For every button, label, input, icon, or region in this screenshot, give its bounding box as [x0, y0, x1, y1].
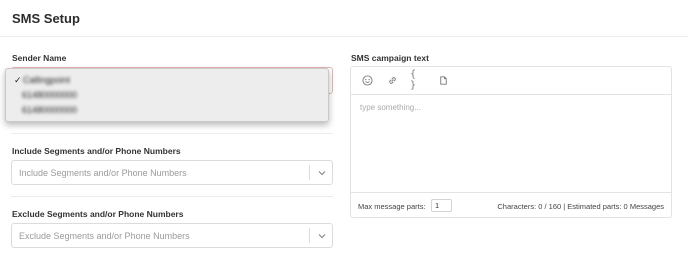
include-segments-placeholder: Include Segments and/or Phone Numbers: [19, 168, 187, 178]
select-separator: [309, 165, 310, 180]
include-segments-select[interactable]: Include Segments and/or Phone Numbers: [11, 160, 333, 185]
attachment-icon[interactable]: [436, 73, 450, 87]
sms-editor: { } type something... Max message parts:…: [350, 66, 672, 218]
sender-name-label: Sender Name: [12, 53, 67, 63]
chevron-down-icon[interactable]: [317, 231, 327, 241]
sms-footer: Max message parts: 1 Characters: 0 / 160…: [351, 194, 671, 218]
divider: [11, 196, 333, 197]
sms-toolbar: { }: [351, 67, 671, 95]
page-header: SMS Setup: [0, 0, 688, 37]
sms-text-input[interactable]: type something...: [351, 95, 671, 193]
include-segments-label: Include Segments and/or Phone Numbers: [12, 146, 181, 156]
max-message-parts-input[interactable]: 1: [431, 199, 452, 212]
exclude-segments-label: Exclude Segments and/or Phone Numbers: [12, 209, 184, 219]
sms-campaign-text-label: SMS campaign text: [351, 53, 429, 63]
characters-counter: Characters: 0 / 160 | Estimated parts: 0…: [497, 202, 664, 211]
exclude-segments-placeholder: Exclude Segments and/or Phone Numbers: [19, 231, 190, 241]
sender-option-3[interactable]: 61480000000: [22, 105, 77, 115]
sms-text-placeholder: type something...: [360, 103, 421, 112]
emoji-icon[interactable]: [360, 73, 374, 87]
exclude-segments-select[interactable]: Exclude Segments and/or Phone Numbers: [11, 223, 333, 248]
page-title: SMS Setup: [12, 11, 80, 26]
sender-name-dropdown: ✓Callingpoint 61480000000 61480000000: [5, 68, 329, 122]
check-icon: ✓: [14, 75, 22, 85]
sender-option-1[interactable]: ✓Callingpoint: [14, 75, 70, 86]
sender-option-text: 61480000000: [22, 90, 78, 100]
braces-icon[interactable]: { }: [410, 69, 424, 91]
max-message-parts-label: Max message parts:: [358, 202, 426, 211]
sender-option-text: 61480000000: [22, 105, 78, 115]
sender-option-text: Callingpoint: [23, 75, 71, 85]
divider: [11, 133, 333, 134]
sender-option-2[interactable]: 61480000000: [22, 90, 77, 100]
select-separator: [309, 228, 310, 243]
chevron-down-icon[interactable]: [317, 168, 327, 178]
link-icon[interactable]: [385, 73, 399, 87]
